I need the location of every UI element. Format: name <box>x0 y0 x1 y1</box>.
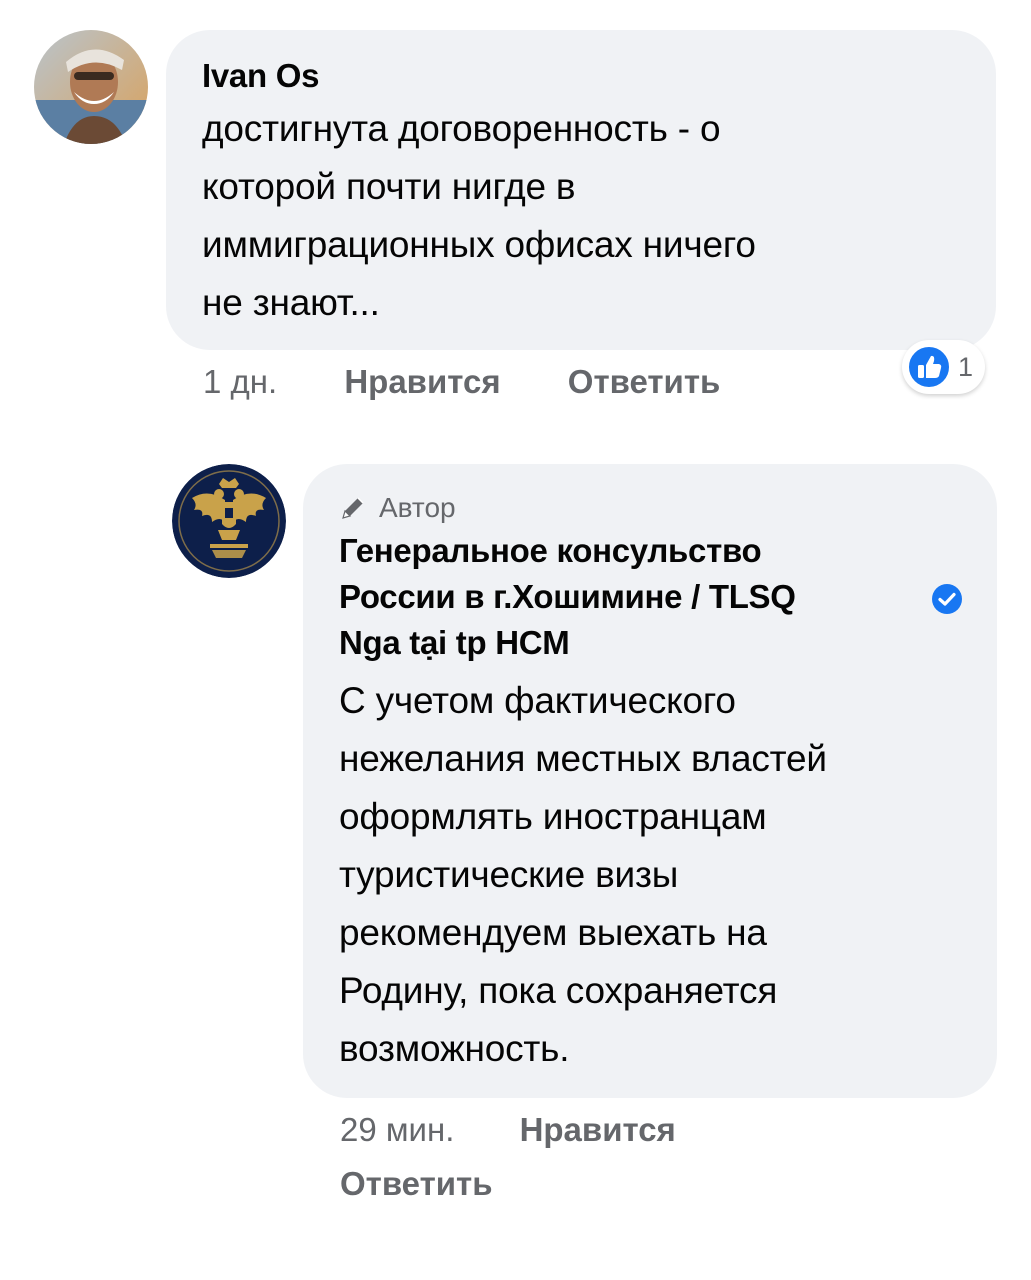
comment-timestamp[interactable]: 1 дн. <box>203 360 277 404</box>
avatar-consulate[interactable] <box>172 464 286 578</box>
comment-text-line: нежелания местных властей <box>339 738 827 779</box>
reply-button[interactable]: Ответить <box>568 360 721 404</box>
comment-author-name[interactable]: Ivan Os <box>202 54 960 98</box>
comment-text-line: которой почти нигде в <box>202 166 576 207</box>
profile-photo-icon <box>34 30 148 144</box>
comment-timestamp[interactable]: 29 мин. <box>340 1108 454 1152</box>
comment-text-line: Родину, пока сохраняется <box>339 970 778 1011</box>
comment-text-line: туристические визы <box>339 854 679 895</box>
author-name-line: Генеральное консульство <box>339 532 762 569</box>
like-button[interactable]: Нравится <box>520 1108 676 1152</box>
comment-actions-reply: Ответить <box>340 1162 493 1206</box>
comment-text: С учетом фактического нежелания местных … <box>339 672 979 1078</box>
coat-of-arms-icon <box>172 464 286 578</box>
comment-text-line: оформлять иностранцам <box>339 796 767 837</box>
comment-text: достигнута договоренность - о которой по… <box>202 100 942 332</box>
like-thumb-icon <box>907 345 951 389</box>
comment-actions: 1 дн. Нравится Ответить <box>203 360 720 404</box>
author-badge-label: Автор <box>379 492 456 523</box>
verified-check-icon <box>932 584 962 614</box>
comment-text-line: С учетом фактического <box>339 680 736 721</box>
comment-text-line: не знают... <box>202 282 380 323</box>
author-badge: Автор <box>339 488 961 528</box>
comment-text-line: иммиграционных офисах ничего <box>202 224 756 265</box>
author-name-line: Nga tại tp HCM <box>339 624 570 661</box>
avatar-ivan-os[interactable] <box>34 30 148 144</box>
comment-text-line: возможность. <box>339 1028 570 1069</box>
comment-bubble-ivan: Ivan Os достигнута договоренность - о ко… <box>166 30 996 350</box>
comment-actions: 29 мин. Нравится <box>340 1108 676 1152</box>
reaction-count: 1 <box>958 351 974 382</box>
author-name-line: России в г.Хошимине / TLSQ <box>339 578 796 615</box>
comment-text-line: достигнута договоренность - о <box>202 108 721 149</box>
comment-text-line: рекомендуем выехать на <box>339 912 767 953</box>
reply-button[interactable]: Ответить <box>340 1162 493 1206</box>
reaction-summary[interactable]: 1 <box>902 340 986 394</box>
comment-author-name[interactable]: Генеральное консульство России в г.Хошим… <box>339 528 919 666</box>
pencil-icon <box>342 497 364 519</box>
like-button[interactable]: Нравится <box>344 360 500 404</box>
comment-bubble-consulate: Автор Генеральное консульство России в г… <box>303 464 997 1098</box>
